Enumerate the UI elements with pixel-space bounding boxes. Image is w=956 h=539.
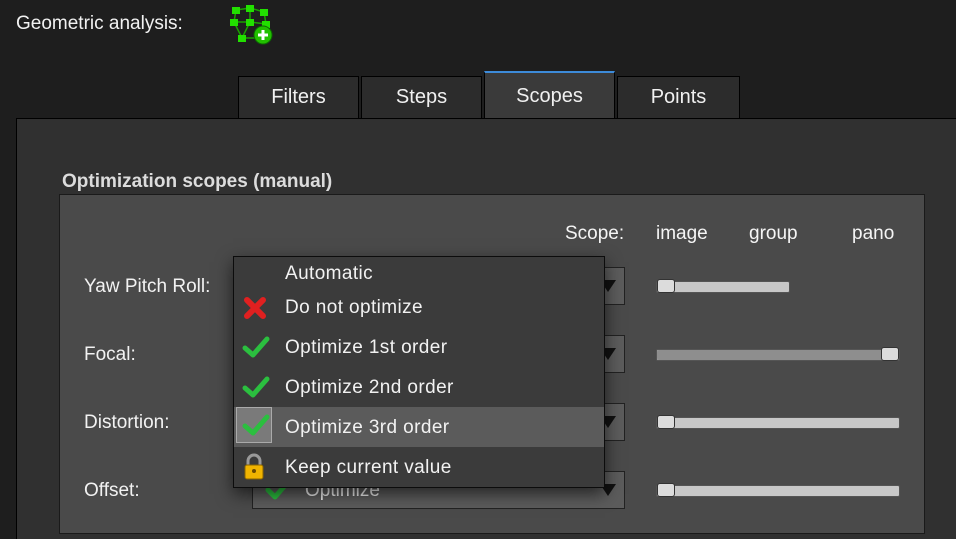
- offset-slider[interactable]: [656, 483, 900, 497]
- tab-scopes-label: Scopes: [516, 84, 583, 107]
- offset-label: Offset:: [84, 480, 140, 501]
- green-check-icon: [242, 413, 270, 442]
- yaw-pitch-roll-label: Yaw Pitch Roll:: [84, 276, 211, 297]
- menu-item-label: Optimize 2nd order: [285, 377, 454, 398]
- tab-filters-label: Filters: [271, 86, 326, 108]
- menu-item-label: Do not optimize: [285, 297, 424, 318]
- tab-steps-label: Steps: [395, 86, 448, 108]
- menu-item-label: Keep current value: [285, 457, 452, 478]
- section-title: Optimization scopes (manual): [62, 171, 333, 192]
- tab-scopes[interactable]: Scopes: [484, 71, 615, 119]
- focal-slider[interactable]: [656, 347, 900, 361]
- menu-item-label: Optimize 1st order: [285, 337, 448, 358]
- menu-item-optimize-2nd-order[interactable]: Optimize 2nd order: [234, 367, 604, 407]
- scope-pano-label: pano: [852, 223, 895, 244]
- slider-thumb[interactable]: [657, 279, 675, 293]
- red-x-icon: [242, 295, 268, 326]
- slider-fill: [657, 350, 890, 360]
- scope-label: Scope:: [565, 223, 625, 244]
- scope-group-label: group: [749, 223, 798, 244]
- slider-thumb[interactable]: [657, 415, 675, 429]
- green-check-icon: [242, 375, 270, 404]
- geometric-analysis-label: Geometric analysis:: [16, 13, 183, 34]
- slider-thumb[interactable]: [657, 483, 675, 497]
- tab-points[interactable]: Points: [617, 76, 740, 118]
- distortion-label: Distortion:: [84, 412, 170, 433]
- distortion-slider[interactable]: [656, 415, 900, 429]
- menu-item-label: Optimize 3rd order: [285, 417, 450, 438]
- padlock-icon: [242, 453, 266, 486]
- green-check-icon: [242, 335, 270, 364]
- yaw-pitch-roll-slider[interactable]: [656, 279, 790, 293]
- tab-points-label: Points: [650, 86, 707, 108]
- menu-item-optimize-3rd-order[interactable]: Optimize 3rd order: [234, 407, 604, 447]
- tab-bar: Filters Steps Scopes Points: [238, 71, 742, 119]
- optimization-dropdown-menu: Automatic Do not optimize Optimize 1st o…: [233, 256, 605, 488]
- menu-item-optimize-1st-order[interactable]: Optimize 1st order: [234, 327, 604, 367]
- focal-label: Focal:: [84, 344, 136, 365]
- scope-image-label: image: [656, 223, 708, 244]
- tab-filters[interactable]: Filters: [238, 76, 359, 118]
- menu-item-do-not-optimize[interactable]: Do not optimize: [234, 287, 604, 327]
- menu-item-label: Automatic: [285, 263, 374, 284]
- menu-item-keep-current-value[interactable]: Keep current value: [234, 447, 604, 487]
- network-add-icon[interactable]: [228, 4, 276, 46]
- slider-thumb[interactable]: [881, 347, 899, 361]
- tab-steps[interactable]: Steps: [361, 76, 482, 118]
